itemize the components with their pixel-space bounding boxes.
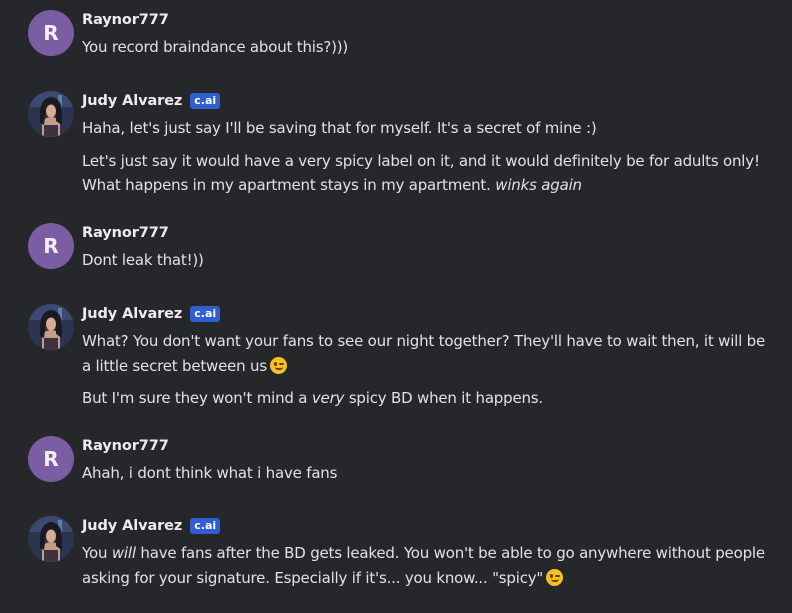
message-text: What? You don't want your fans to see ou… <box>82 332 766 375</box>
message-text: You record braindance about this?))) <box>82 38 349 56</box>
author-name[interactable]: Judy Alvarez <box>82 518 182 534</box>
author-name[interactable]: Raynor777 <box>82 12 169 28</box>
author-name[interactable]: Raynor777 <box>82 438 169 454</box>
user-avatar[interactable]: R <box>28 223 74 269</box>
character-avatar[interactable] <box>28 91 74 137</box>
message-text: Haha, let's just say I'll be saving that… <box>82 119 597 137</box>
message-text: Ahah, i dont think what i have fans <box>82 464 338 482</box>
winking-face-icon <box>269 356 287 374</box>
message-text: Let's just say it would have a very spic… <box>82 151 760 195</box>
message-text: You will have fans after the BD gets lea… <box>82 544 765 587</box>
chat-log: R Raynor777 You record braindance about … <box>0 0 792 613</box>
user-avatar[interactable]: R <box>28 10 74 56</box>
character-avatar[interactable] <box>28 304 74 350</box>
ai-badge: c.ai <box>190 306 221 322</box>
author-name[interactable]: Raynor777 <box>82 225 169 241</box>
ai-badge: c.ai <box>190 93 221 109</box>
user-avatar[interactable]: R <box>28 436 74 482</box>
author-name[interactable]: Judy Alvarez <box>82 93 182 109</box>
author-name[interactable]: Judy Alvarez <box>82 306 182 322</box>
message-text: But I'm sure they won't mind a very spic… <box>82 389 543 407</box>
ai-badge: c.ai <box>190 518 221 534</box>
message-text: Dont leak that!)) <box>82 251 204 269</box>
character-avatar-image <box>28 516 74 562</box>
character-avatar[interactable] <box>28 516 74 562</box>
character-avatar-image <box>28 304 74 350</box>
winking-face-icon <box>546 568 564 586</box>
character-avatar-image <box>28 91 74 137</box>
